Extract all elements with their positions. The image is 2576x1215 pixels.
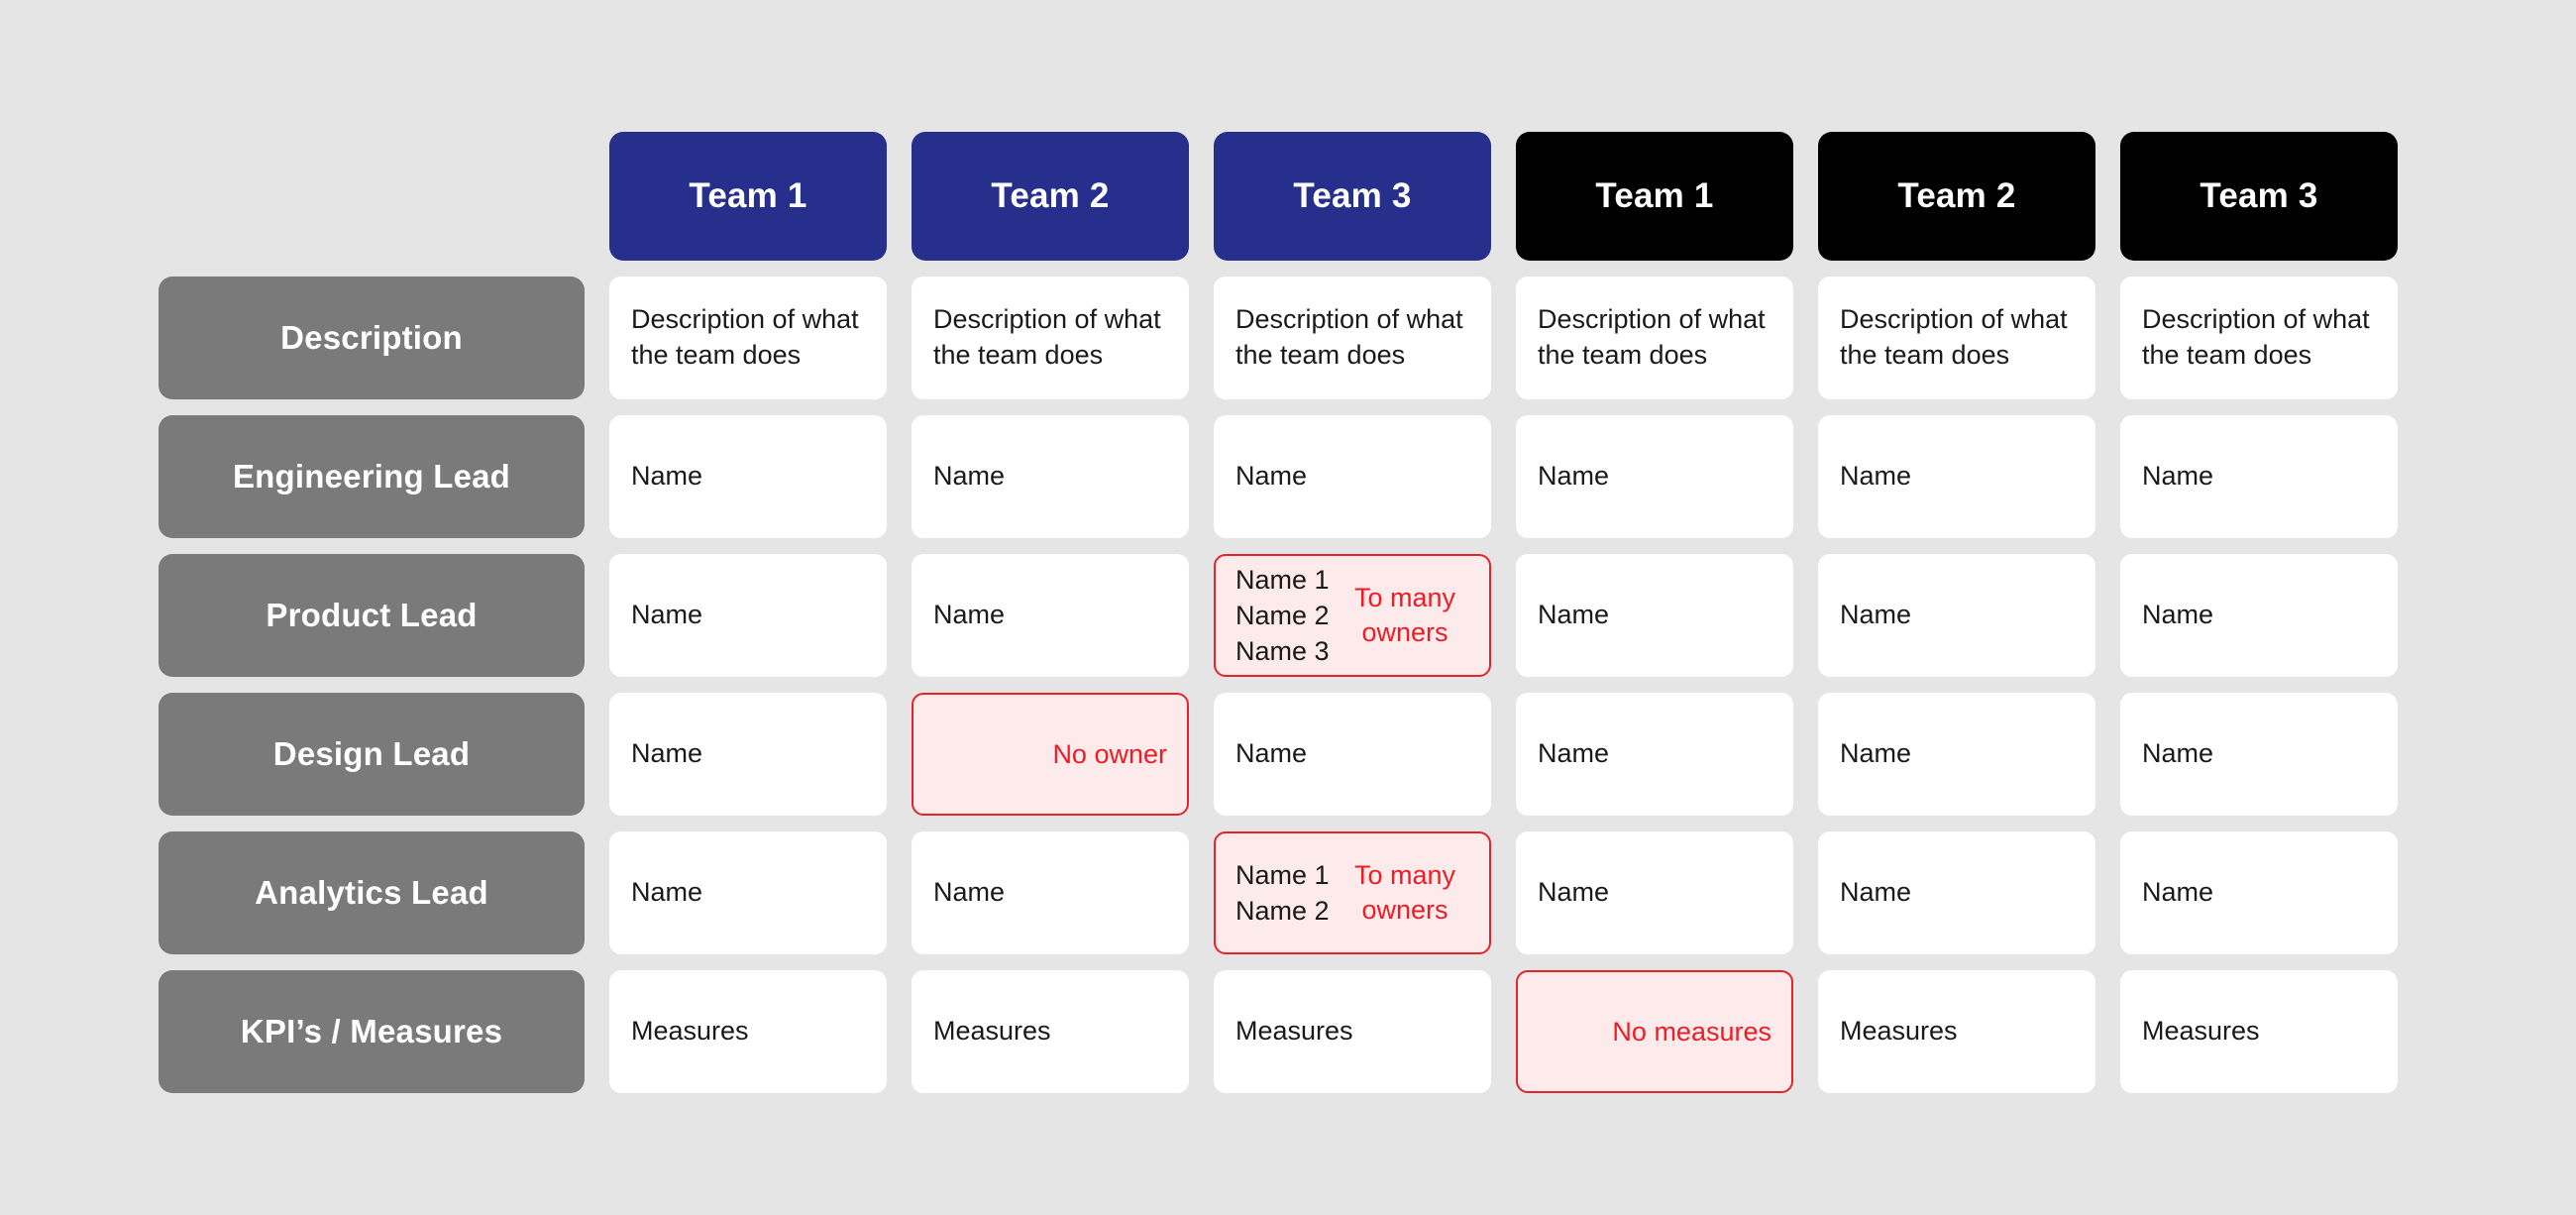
cell-text: Name (1235, 738, 1308, 769)
cell-names-list: Name 1 Name 2 (1235, 859, 1330, 926)
cell-text: Description of what the team does (2142, 304, 2370, 370)
team-matrix-grid: Team 1 Team 2 Team 3 Team 1 Team 2 Team 3 Desc… (159, 132, 2398, 1093)
cell-text: Name (1538, 600, 1610, 630)
matrix-cell[interactable]: Name (1516, 831, 1793, 954)
matrix-cell[interactable]: Name (1214, 693, 1491, 816)
cell-text: Name (1840, 877, 1912, 908)
row-header[interactable]: Engineering Lead (159, 415, 585, 538)
cell-text: Description of what the team does (933, 304, 1161, 370)
matrix-cell[interactable]: Measures (912, 970, 1189, 1093)
cell-text: Measures (1235, 1016, 1353, 1047)
cell-text: Name (2142, 738, 2214, 769)
cell-text: Name (933, 877, 1006, 908)
grid-corner-spacer (159, 132, 585, 261)
column-header[interactable]: Team 2 (912, 132, 1189, 261)
cell-alert-label: To many owners (1353, 583, 1456, 647)
column-header[interactable]: Team 1 (609, 132, 887, 261)
cell-text: Measures (933, 1016, 1051, 1047)
row-header[interactable]: Design Lead (159, 693, 585, 816)
cell-text: Name (1235, 461, 1308, 492)
cell-text: Measures (1840, 1016, 1958, 1047)
matrix-cell[interactable]: Name (2120, 554, 2398, 677)
matrix-cell[interactable]: Name (912, 554, 1189, 677)
matrix-cell[interactable]: Name (609, 415, 887, 538)
cell-text: Name (1538, 461, 1610, 492)
matrix-cell[interactable]: Measures (1818, 970, 2095, 1093)
cell-text: Name (1840, 600, 1912, 630)
matrix-cell[interactable]: Measures (2120, 970, 2398, 1093)
cell-text: Name (631, 600, 703, 630)
row-header[interactable]: Analytics Lead (159, 831, 585, 954)
matrix-cell-alert[interactable]: No owner (912, 693, 1189, 816)
matrix-cell[interactable]: Measures (609, 970, 887, 1093)
matrix-cell[interactable]: Name (1516, 693, 1793, 816)
cell-text: Name (1840, 461, 1912, 492)
column-header[interactable]: Team 2 (1818, 132, 2095, 261)
matrix-cell[interactable]: Name (1818, 831, 2095, 954)
matrix-cell[interactable]: Name (2120, 831, 2398, 954)
cell-text: Measures (631, 1016, 749, 1047)
cell-text: Description of what the team does (631, 304, 859, 370)
matrix-cell[interactable]: Name (1818, 693, 2095, 816)
cell-alert-label: No measures (1612, 1016, 1771, 1047)
team-matrix-board: Team 1 Team 2 Team 3 Team 1 Team 2 Team 3 Desc… (0, 0, 2576, 1215)
cell-text: Description of what the team does (1235, 304, 1463, 370)
cell-text: Name (1538, 738, 1610, 769)
matrix-cell[interactable]: Description of what the team does (609, 276, 887, 399)
matrix-cell[interactable]: Name (609, 693, 887, 816)
cell-alert-label: No owner (1052, 738, 1167, 769)
row-header[interactable]: KPI’s / Measures (159, 970, 585, 1093)
cell-names-list: Name 1 Name 2 Name 3 (1235, 564, 1330, 667)
cell-text: Description of what the team does (1840, 304, 2068, 370)
matrix-cell[interactable]: Name (2120, 415, 2398, 538)
matrix-cell[interactable]: Name (1818, 554, 2095, 677)
column-header[interactable]: Team 1 (1516, 132, 1793, 261)
matrix-cell[interactable]: Description of what the team does (1818, 276, 2095, 399)
matrix-cell[interactable]: Description of what the team does (2120, 276, 2398, 399)
matrix-cell[interactable]: Name (1516, 554, 1793, 677)
cell-text: Name (1538, 877, 1610, 908)
column-header[interactable]: Team 3 (1214, 132, 1491, 261)
row-header[interactable]: Product Lead (159, 554, 585, 677)
matrix-cell[interactable]: Name (609, 831, 887, 954)
matrix-cell[interactable]: Description of what the team does (1214, 276, 1491, 399)
cell-text: Name (1840, 738, 1912, 769)
cell-text: Name (631, 461, 703, 492)
cell-text: Name (2142, 877, 2214, 908)
matrix-cell-alert[interactable]: Name 1 Name 2 Name 3 To many owners (1214, 554, 1491, 677)
row-header[interactable]: Description (159, 276, 585, 399)
cell-alert-label: To many owners (1353, 860, 1456, 925)
cell-text: Name (2142, 461, 2214, 492)
column-header[interactable]: Team 3 (2120, 132, 2398, 261)
matrix-cell[interactable]: Name (912, 831, 1189, 954)
cell-text: Name (933, 461, 1006, 492)
matrix-cell[interactable]: Description of what the team does (1516, 276, 1793, 399)
matrix-cell[interactable]: Name (609, 554, 887, 677)
matrix-cell[interactable]: Name (1516, 415, 1793, 538)
cell-text: Name (2142, 600, 2214, 630)
matrix-cell[interactable]: Name (1818, 415, 2095, 538)
cell-text: Name (631, 877, 703, 908)
matrix-cell[interactable]: Description of what the team does (912, 276, 1189, 399)
cell-text: Description of what the team does (1538, 304, 1766, 370)
matrix-cell[interactable]: Name (912, 415, 1189, 538)
matrix-cell-alert[interactable]: Name 1 Name 2 To many owners (1214, 831, 1491, 954)
cell-text: Name (933, 600, 1006, 630)
matrix-cell[interactable]: Name (1214, 415, 1491, 538)
cell-text: Measures (2142, 1016, 2260, 1047)
matrix-cell[interactable]: Name (2120, 693, 2398, 816)
matrix-cell-alert[interactable]: No measures (1516, 970, 1793, 1093)
matrix-cell[interactable]: Measures (1214, 970, 1491, 1093)
cell-text: Name (631, 738, 703, 769)
